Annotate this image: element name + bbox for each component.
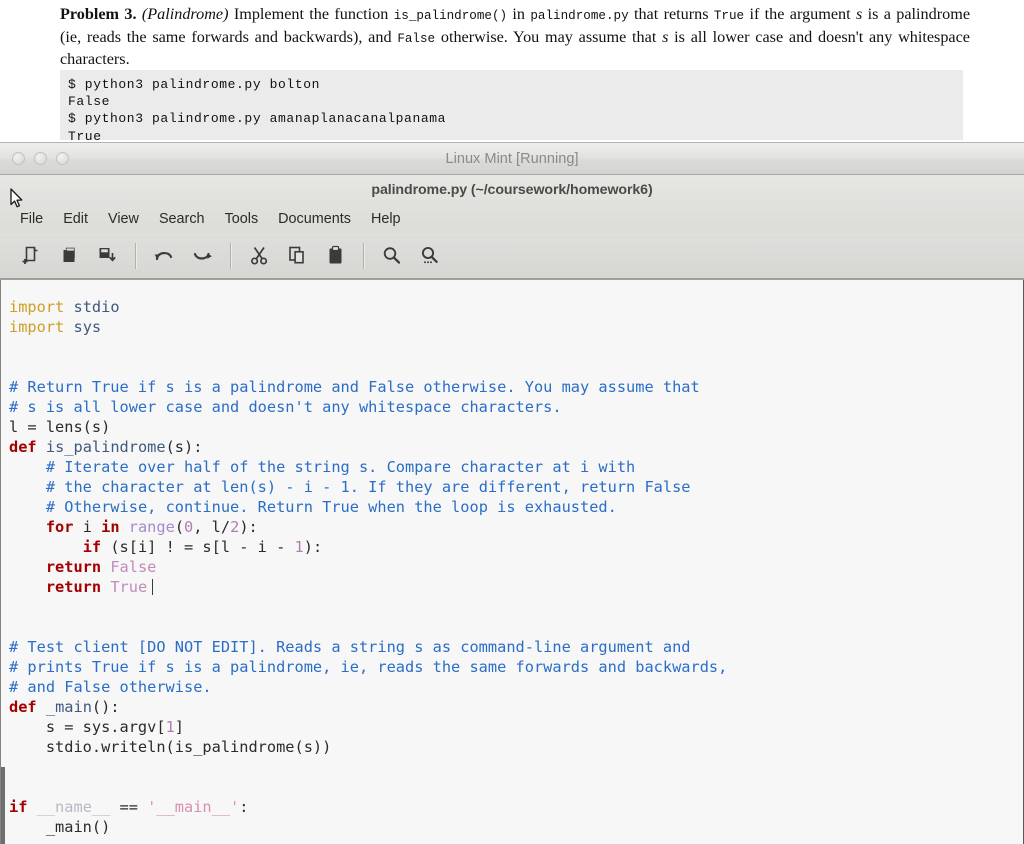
problem-text-2: in	[507, 5, 531, 23]
maximize-window-button[interactable]	[56, 152, 69, 165]
toolbar-separator-2	[230, 242, 231, 269]
menu-item-documents[interactable]: Documents	[268, 209, 361, 230]
paste-button[interactable]	[316, 239, 354, 273]
inline-code-false: False	[397, 31, 436, 46]
virtualbox-vm-window: Linux Mint [Running] palindrome.py (~/co…	[0, 142, 1024, 844]
open-document-button[interactable]	[50, 239, 88, 273]
vm-window-title: Linux Mint [Running]	[445, 150, 579, 167]
vm-titlebar: Linux Mint [Running]	[0, 143, 1024, 175]
open-document-icon	[59, 245, 80, 266]
redo-icon	[191, 245, 213, 266]
menubar: File Edit View Search Tools Documents He…	[0, 205, 1024, 233]
undo-icon	[153, 245, 175, 266]
close-window-button[interactable]	[12, 152, 25, 165]
redo-button[interactable]	[183, 239, 221, 273]
problem-statement: Problem 3. (Palindrome) Implement the fu…	[60, 4, 970, 70]
assignment-document-header: Problem 3. (Palindrome) Implement the fu…	[0, 0, 1024, 145]
toolbar	[0, 233, 1024, 279]
problem-topic: (Palindrome)	[141, 5, 229, 23]
new-document-icon	[21, 245, 42, 266]
menu-item-view[interactable]: View	[98, 209, 149, 230]
source-code[interactable]: import stdio import sys # Return True if…	[9, 297, 727, 837]
terminal-example-block: $ python3 palindrome.py bolton False $ p…	[60, 70, 963, 144]
save-document-icon	[97, 245, 118, 266]
save-document-button[interactable]	[88, 239, 126, 273]
paste-icon	[325, 245, 346, 266]
inline-code-true: True	[713, 9, 745, 23]
code-editor-area[interactable]: import stdio import sys # Return True if…	[0, 280, 1024, 844]
menu-item-help[interactable]: Help	[361, 209, 411, 230]
find-icon	[381, 245, 403, 266]
minimize-window-button[interactable]	[34, 152, 47, 165]
toolbar-separator-3	[363, 242, 364, 269]
problem-text-6: otherwise. You may assume that	[435, 27, 663, 46]
find-replace-icon	[419, 245, 441, 266]
copy-button[interactable]	[278, 239, 316, 273]
gedit-window-chrome: palindrome.py (~/coursework/homework6) F…	[0, 175, 1024, 280]
window-controls	[0, 152, 69, 165]
editor-vertical-scrollbar[interactable]	[1, 767, 5, 844]
inline-code-is-palindrome: is_palindrome()	[393, 9, 508, 23]
cut-button[interactable]	[240, 239, 278, 273]
menu-item-file[interactable]: File	[10, 209, 53, 230]
inline-code-filename: palindrome.py	[530, 9, 629, 23]
find-button[interactable]	[373, 239, 411, 273]
gedit-document-title: palindrome.py (~/coursework/homework6)	[371, 182, 653, 198]
menu-item-edit[interactable]: Edit	[53, 209, 98, 230]
copy-icon	[287, 245, 308, 266]
problem-text-3: that returns	[628, 5, 714, 23]
toolbar-separator-1	[135, 242, 136, 269]
menu-item-search[interactable]: Search	[149, 209, 215, 230]
problem-text-4: if the argument	[744, 5, 856, 23]
problem-text-1: Implement the function	[228, 5, 394, 23]
menu-item-tools[interactable]: Tools	[215, 209, 269, 230]
new-document-button[interactable]	[12, 239, 50, 273]
problem-label: Problem 3.	[60, 5, 137, 23]
cut-icon	[249, 245, 270, 266]
undo-button[interactable]	[145, 239, 183, 273]
find-replace-button[interactable]	[411, 239, 449, 273]
